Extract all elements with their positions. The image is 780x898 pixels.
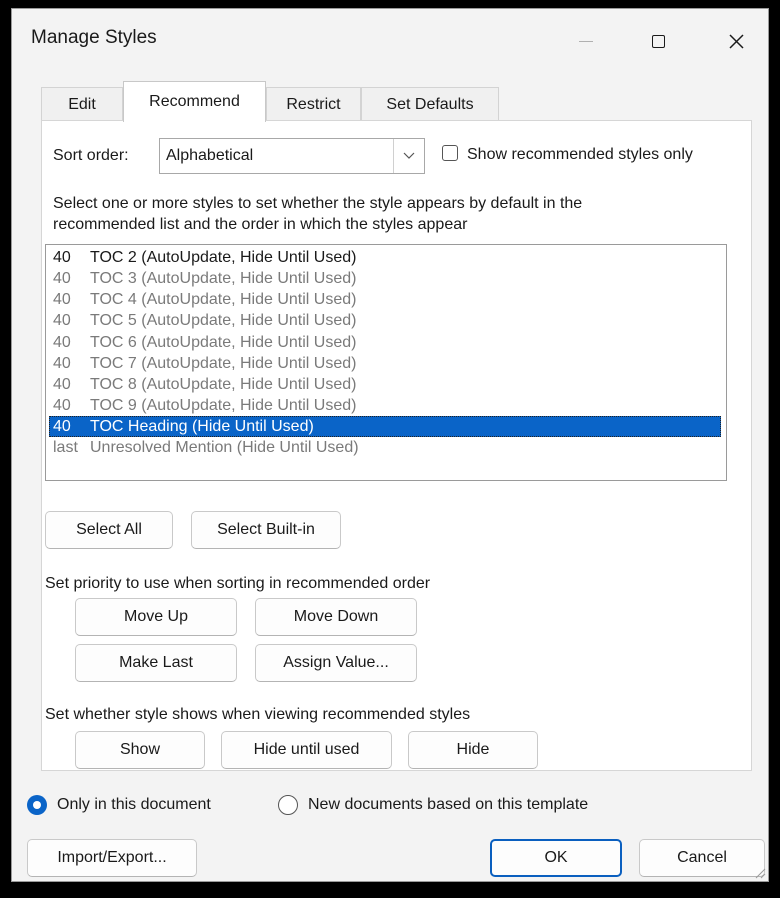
list-item[interactable]: 40 TOC 2 (AutoUpdate, Hide Until Used) (49, 247, 721, 268)
sort-order-label: Sort order: (53, 147, 129, 164)
select-all-button[interactable]: Select All (45, 511, 173, 549)
list-item[interactable]: last Unresolved Mention (Hide Until Used) (49, 437, 721, 458)
list-item[interactable]: 40 TOC 6 (AutoUpdate, Hide Until Used) (49, 332, 721, 353)
hide-until-used-button[interactable]: Hide until used (221, 731, 392, 769)
make-last-button[interactable]: Make Last (75, 644, 237, 682)
close-button[interactable] (708, 19, 764, 63)
list-item[interactable]: 40 TOC 3 (AutoUpdate, Hide Until Used) (49, 268, 721, 289)
move-down-button[interactable]: Move Down (255, 598, 417, 636)
resize-grip-icon[interactable] (752, 865, 766, 879)
maximize-icon (651, 34, 665, 48)
sort-order-dropdown[interactable]: Alphabetical (159, 138, 425, 174)
import-export-button[interactable]: Import/Export... (27, 839, 197, 877)
move-up-button[interactable]: Move Up (75, 598, 237, 636)
list-item[interactable]: 40 TOC 5 (AutoUpdate, Hide Until Used) (49, 310, 721, 331)
list-item[interactable]: 40 TOC 7 (AutoUpdate, Hide Until Used) (49, 353, 721, 374)
minimize-button[interactable] (558, 19, 614, 63)
tab-set-defaults[interactable]: Set Defaults (361, 87, 499, 120)
close-icon (728, 33, 744, 49)
tab-restrict[interactable]: Restrict (266, 87, 361, 120)
show-button[interactable]: Show (75, 731, 205, 769)
assign-value-button[interactable]: Assign Value... (255, 644, 417, 682)
instructions-line-2: recommended list and the order in which … (53, 216, 468, 233)
chevron-down-icon (393, 139, 424, 173)
ok-button[interactable]: OK (490, 839, 622, 877)
only-this-document-radio[interactable] (27, 795, 47, 815)
priority-section-label: Set priority to use when sorting in reco… (45, 575, 431, 592)
dialog-title: Manage Styles (31, 27, 157, 48)
list-item[interactable]: 40 TOC 9 (AutoUpdate, Hide Until Used) (49, 395, 721, 416)
manage-styles-dialog: Manage Styles Edit Recommend Restrict Se… (11, 8, 769, 882)
sort-order-value: Alphabetical (166, 147, 254, 164)
new-documents-label[interactable]: New documents based on this template (308, 796, 588, 814)
styles-listbox[interactable]: 40 TOC 2 (AutoUpdate, Hide Until Used) 40… (45, 244, 727, 481)
hide-button[interactable]: Hide (408, 731, 538, 769)
only-this-document-label[interactable]: Only in this document (57, 796, 211, 814)
recommend-panel: Sort order: Alphabetical Show recommende… (41, 120, 752, 771)
show-recommended-checkbox[interactable] (442, 145, 458, 161)
show-recommended-label[interactable]: Show recommended styles only (467, 146, 693, 164)
tab-recommend[interactable]: Recommend (123, 81, 266, 122)
list-item[interactable]: 40 TOC 8 (AutoUpdate, Hide Until Used) (49, 374, 721, 395)
maximize-button[interactable] (630, 19, 686, 63)
cancel-button[interactable]: Cancel (639, 839, 765, 877)
new-documents-radio[interactable] (278, 795, 298, 815)
minimize-icon (579, 40, 593, 42)
title-bar[interactable]: Manage Styles (12, 9, 768, 69)
list-item[interactable]: 40 TOC 4 (AutoUpdate, Hide Until Used) (49, 289, 721, 310)
instructions-line-1: Select one or more styles to set whether… (53, 195, 583, 212)
tab-edit[interactable]: Edit (41, 87, 123, 120)
select-builtin-button[interactable]: Select Built-in (191, 511, 341, 549)
list-item-selected[interactable]: 40 TOC Heading (Hide Until Used) (49, 416, 721, 437)
visibility-section-label: Set whether style shows when viewing rec… (45, 706, 471, 723)
